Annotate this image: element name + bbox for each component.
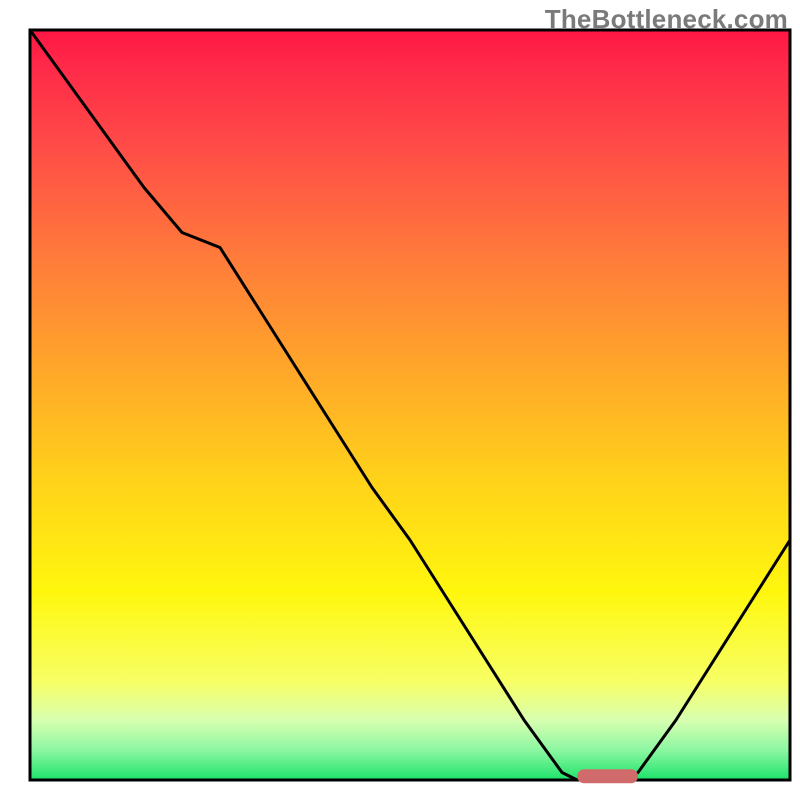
optimal-range-marker [577,769,638,783]
gradient-background [30,30,790,780]
watermark-label: TheBottleneck.com [545,4,788,35]
bottleneck-chart: TheBottleneck.com [0,0,800,800]
chart-svg [0,0,800,800]
